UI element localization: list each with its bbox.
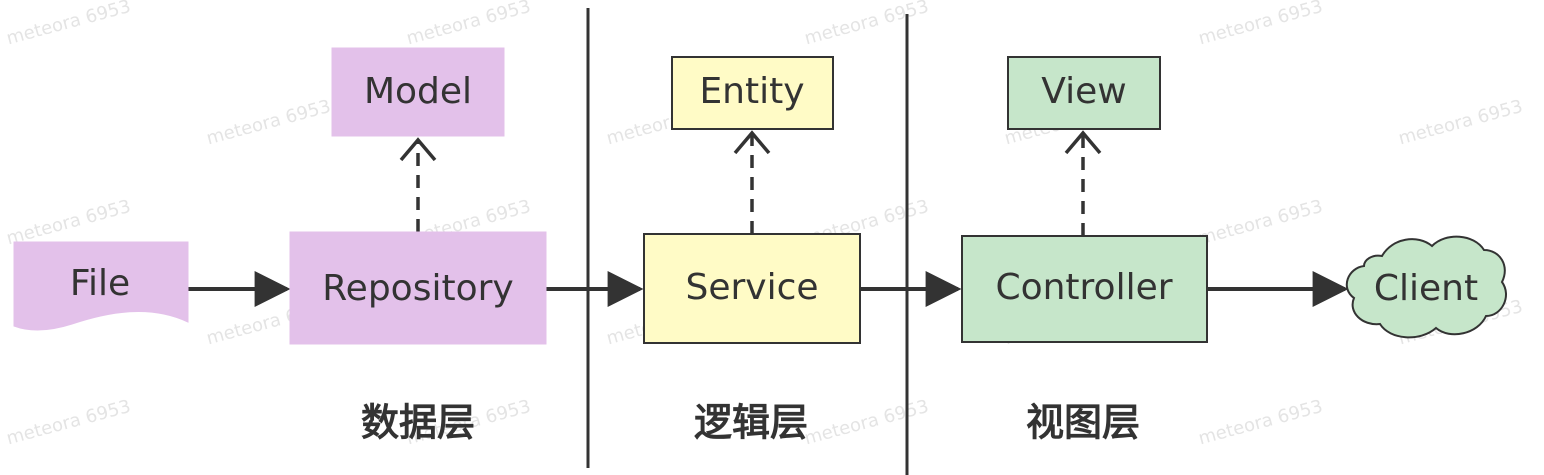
- watermark-text: meteora 6953: [1396, 96, 1525, 149]
- watermark-text: meteora 6953: [802, 0, 931, 49]
- file-label: File: [70, 263, 130, 304]
- watermark-text: meteora 6953: [4, 196, 133, 249]
- watermark-text: meteora 6953: [4, 0, 133, 49]
- layer-label-data: 数据层: [361, 401, 475, 445]
- dashed-arrow-service-to-entity: [733, 130, 771, 234]
- watermark-text: meteora 6953: [802, 396, 931, 449]
- architecture-diagram: meteora 6953 meteora 6953 meteora 6953 mete…: [4, 0, 1525, 475]
- view-label: View: [1041, 71, 1126, 112]
- layer-label-view: 视图层: [1026, 401, 1140, 445]
- watermark-text: meteora 6953: [1196, 0, 1325, 49]
- node-repository: Repository: [289, 231, 547, 345]
- controller-label: Controller: [995, 267, 1172, 308]
- node-controller: Controller: [961, 235, 1208, 343]
- watermark-text: meteora 6953: [1196, 196, 1325, 249]
- entity-label: Entity: [699, 71, 804, 112]
- watermark-text: meteora 6953: [1196, 396, 1325, 449]
- node-service: Service: [643, 233, 861, 344]
- repository-label: Repository: [322, 268, 513, 309]
- model-label: Model: [364, 71, 472, 112]
- node-client: Client: [1345, 235, 1507, 339]
- watermark-text: meteora 6953: [204, 96, 333, 149]
- dashed-arrow-controller-to-view: [1064, 130, 1102, 236]
- layer-label-logic: 逻辑层: [694, 401, 808, 445]
- node-model: Model: [331, 47, 505, 137]
- watermark-text: meteora 6953: [404, 0, 533, 49]
- watermark-text: meteora 6953: [4, 396, 133, 449]
- node-entity: Entity: [671, 56, 834, 130]
- node-view: View: [1007, 56, 1161, 130]
- client-label: Client: [1374, 268, 1478, 309]
- node-file: File: [13, 241, 189, 331]
- service-label: Service: [685, 267, 818, 308]
- dashed-arrow-repository-to-model: [399, 137, 437, 232]
